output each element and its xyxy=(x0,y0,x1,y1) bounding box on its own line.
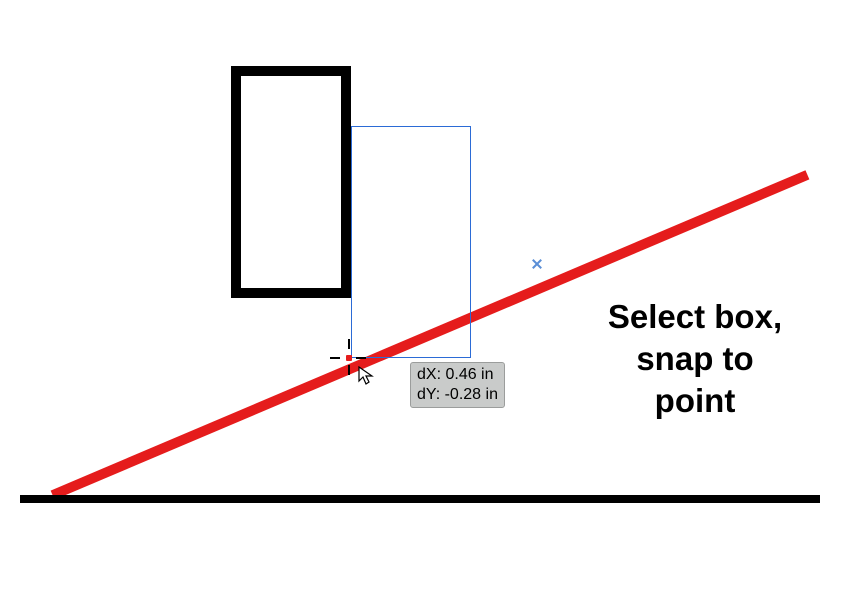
caption-line-2: snap to xyxy=(555,338,835,380)
cursor-arrow-icon xyxy=(358,366,374,391)
dy-row: dY: -0.28 in xyxy=(417,385,498,405)
dy-value: -0.28 in xyxy=(445,386,498,403)
drawing-canvas[interactable]: dX: 0.46 in dY: -0.28 in Select box, sna… xyxy=(0,0,858,598)
dx-label: dX: xyxy=(417,366,441,383)
instruction-caption: Select box, snap to point xyxy=(555,296,835,423)
ground-line-shape[interactable] xyxy=(20,495,820,503)
dy-label: dY: xyxy=(417,386,440,403)
dx-row: dX: 0.46 in xyxy=(417,365,498,385)
caption-line-3: point xyxy=(555,380,835,422)
black-rectangle-shape[interactable] xyxy=(231,66,351,298)
snap-offset-tooltip: dX: 0.46 in dY: -0.28 in xyxy=(410,362,505,408)
drag-preview-outline xyxy=(351,126,471,358)
caption-line-1: Select box, xyxy=(555,296,835,338)
dx-value: 0.46 in xyxy=(445,366,493,383)
center-marker-icon xyxy=(531,258,543,270)
